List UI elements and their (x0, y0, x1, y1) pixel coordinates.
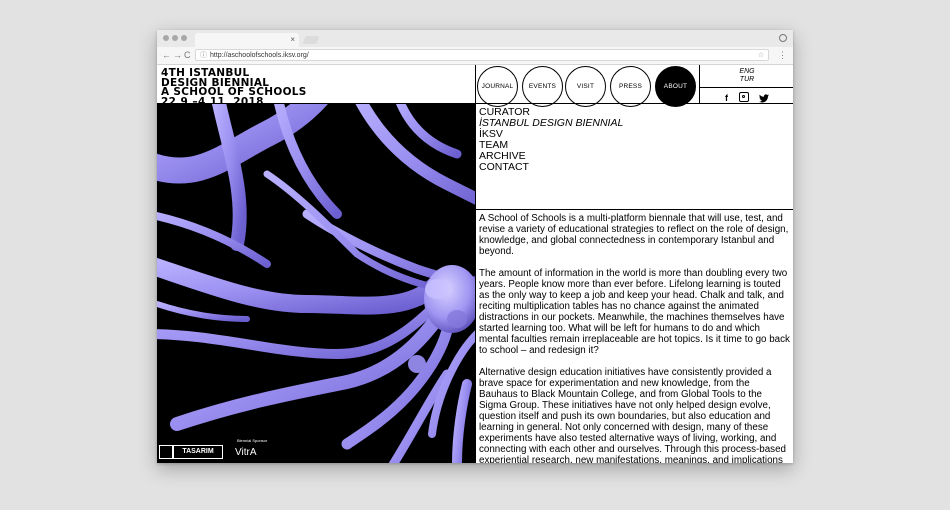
account-icon[interactable] (779, 34, 787, 42)
nav-press[interactable]: PRESS (610, 66, 651, 107)
nav-about[interactable]: ABOUT (655, 66, 696, 107)
submenu-iksv[interactable]: İKSV (479, 129, 789, 140)
paragraph-2: The amount of information in the world i… (479, 268, 790, 356)
facebook-icon[interactable]: f (725, 90, 728, 107)
social-links: f (700, 87, 793, 105)
tab-bar: × (157, 30, 793, 47)
site-logo[interactable]: 4TH ISTANBUL DESIGN BIENNIAL A SCHOOL OF… (157, 65, 475, 107)
url-input[interactable]: ⓘ http://aschoolofschools.iksv.org/ ☆ (195, 49, 769, 61)
submenu-istanbul-design-biennial[interactable]: İSTANBUL DESIGN BIENNIAL (479, 118, 789, 129)
twitter-icon[interactable] (758, 90, 769, 107)
browser-tab[interactable]: × (195, 33, 299, 47)
web-page: 4TH ISTANBUL DESIGN BIENNIAL A SCHOOL OF… (157, 65, 793, 463)
nav-visit[interactable]: VISIT (565, 66, 606, 107)
forward-icon[interactable]: → (173, 49, 182, 61)
minimize-window-dot[interactable] (172, 35, 178, 41)
page-info-icon[interactable]: ⓘ (200, 50, 207, 61)
neuron-illustration (157, 104, 475, 463)
submenu-contact[interactable]: CONTACT (479, 162, 789, 173)
column-divider (475, 104, 476, 463)
about-content: A School of Schools is a multi-platform … (479, 213, 791, 463)
new-tab-button[interactable] (302, 36, 320, 44)
url-text: http://aschoolofschools.iksv.org/ (210, 52, 309, 59)
maximize-window-dot[interactable] (181, 35, 187, 41)
language-social-box: ENG TUR f (699, 65, 793, 104)
paragraph-3: Alternative design education initiatives… (479, 367, 786, 463)
browser-window: × ← → C ⓘ http://aschoolofschools.iksv.o… (157, 30, 793, 463)
about-submenu: CURATOR İSTANBUL DESIGN BIENNIAL İKSV TE… (479, 107, 789, 173)
browser-menu-icon[interactable]: ⋮ (778, 49, 787, 61)
nav-journal[interactable]: JOURNAL (477, 66, 518, 107)
back-icon[interactable]: ← (162, 49, 171, 61)
address-bar: ← → C ⓘ http://aschoolofschools.iksv.org… (157, 47, 793, 65)
nav-events[interactable]: EVENTS (522, 66, 563, 107)
close-window-dot[interactable] (163, 35, 169, 41)
vitra-logo: VitrA (235, 447, 257, 458)
submenu-divider (476, 209, 793, 210)
hero-neuron-image: TASARIM Biennial Sponsor VitrA (157, 104, 475, 463)
main-nav: JOURNAL EVENTS VISIT PRESS ABOUT (475, 65, 699, 107)
tab-close-icon[interactable]: × (290, 34, 295, 46)
lang-tur[interactable]: TUR (700, 76, 793, 84)
iksv-tasarim-logo: TASARIM (159, 445, 223, 459)
instagram-icon[interactable] (738, 91, 749, 102)
sponsor-label: Biennial Sponsor (237, 438, 268, 443)
reload-icon[interactable]: C (184, 49, 191, 61)
bookmark-star-icon[interactable]: ☆ (758, 50, 764, 61)
paragraph-1: A School of Schools is a multi-platform … (479, 213, 789, 257)
lang-eng[interactable]: ENG (700, 68, 793, 76)
